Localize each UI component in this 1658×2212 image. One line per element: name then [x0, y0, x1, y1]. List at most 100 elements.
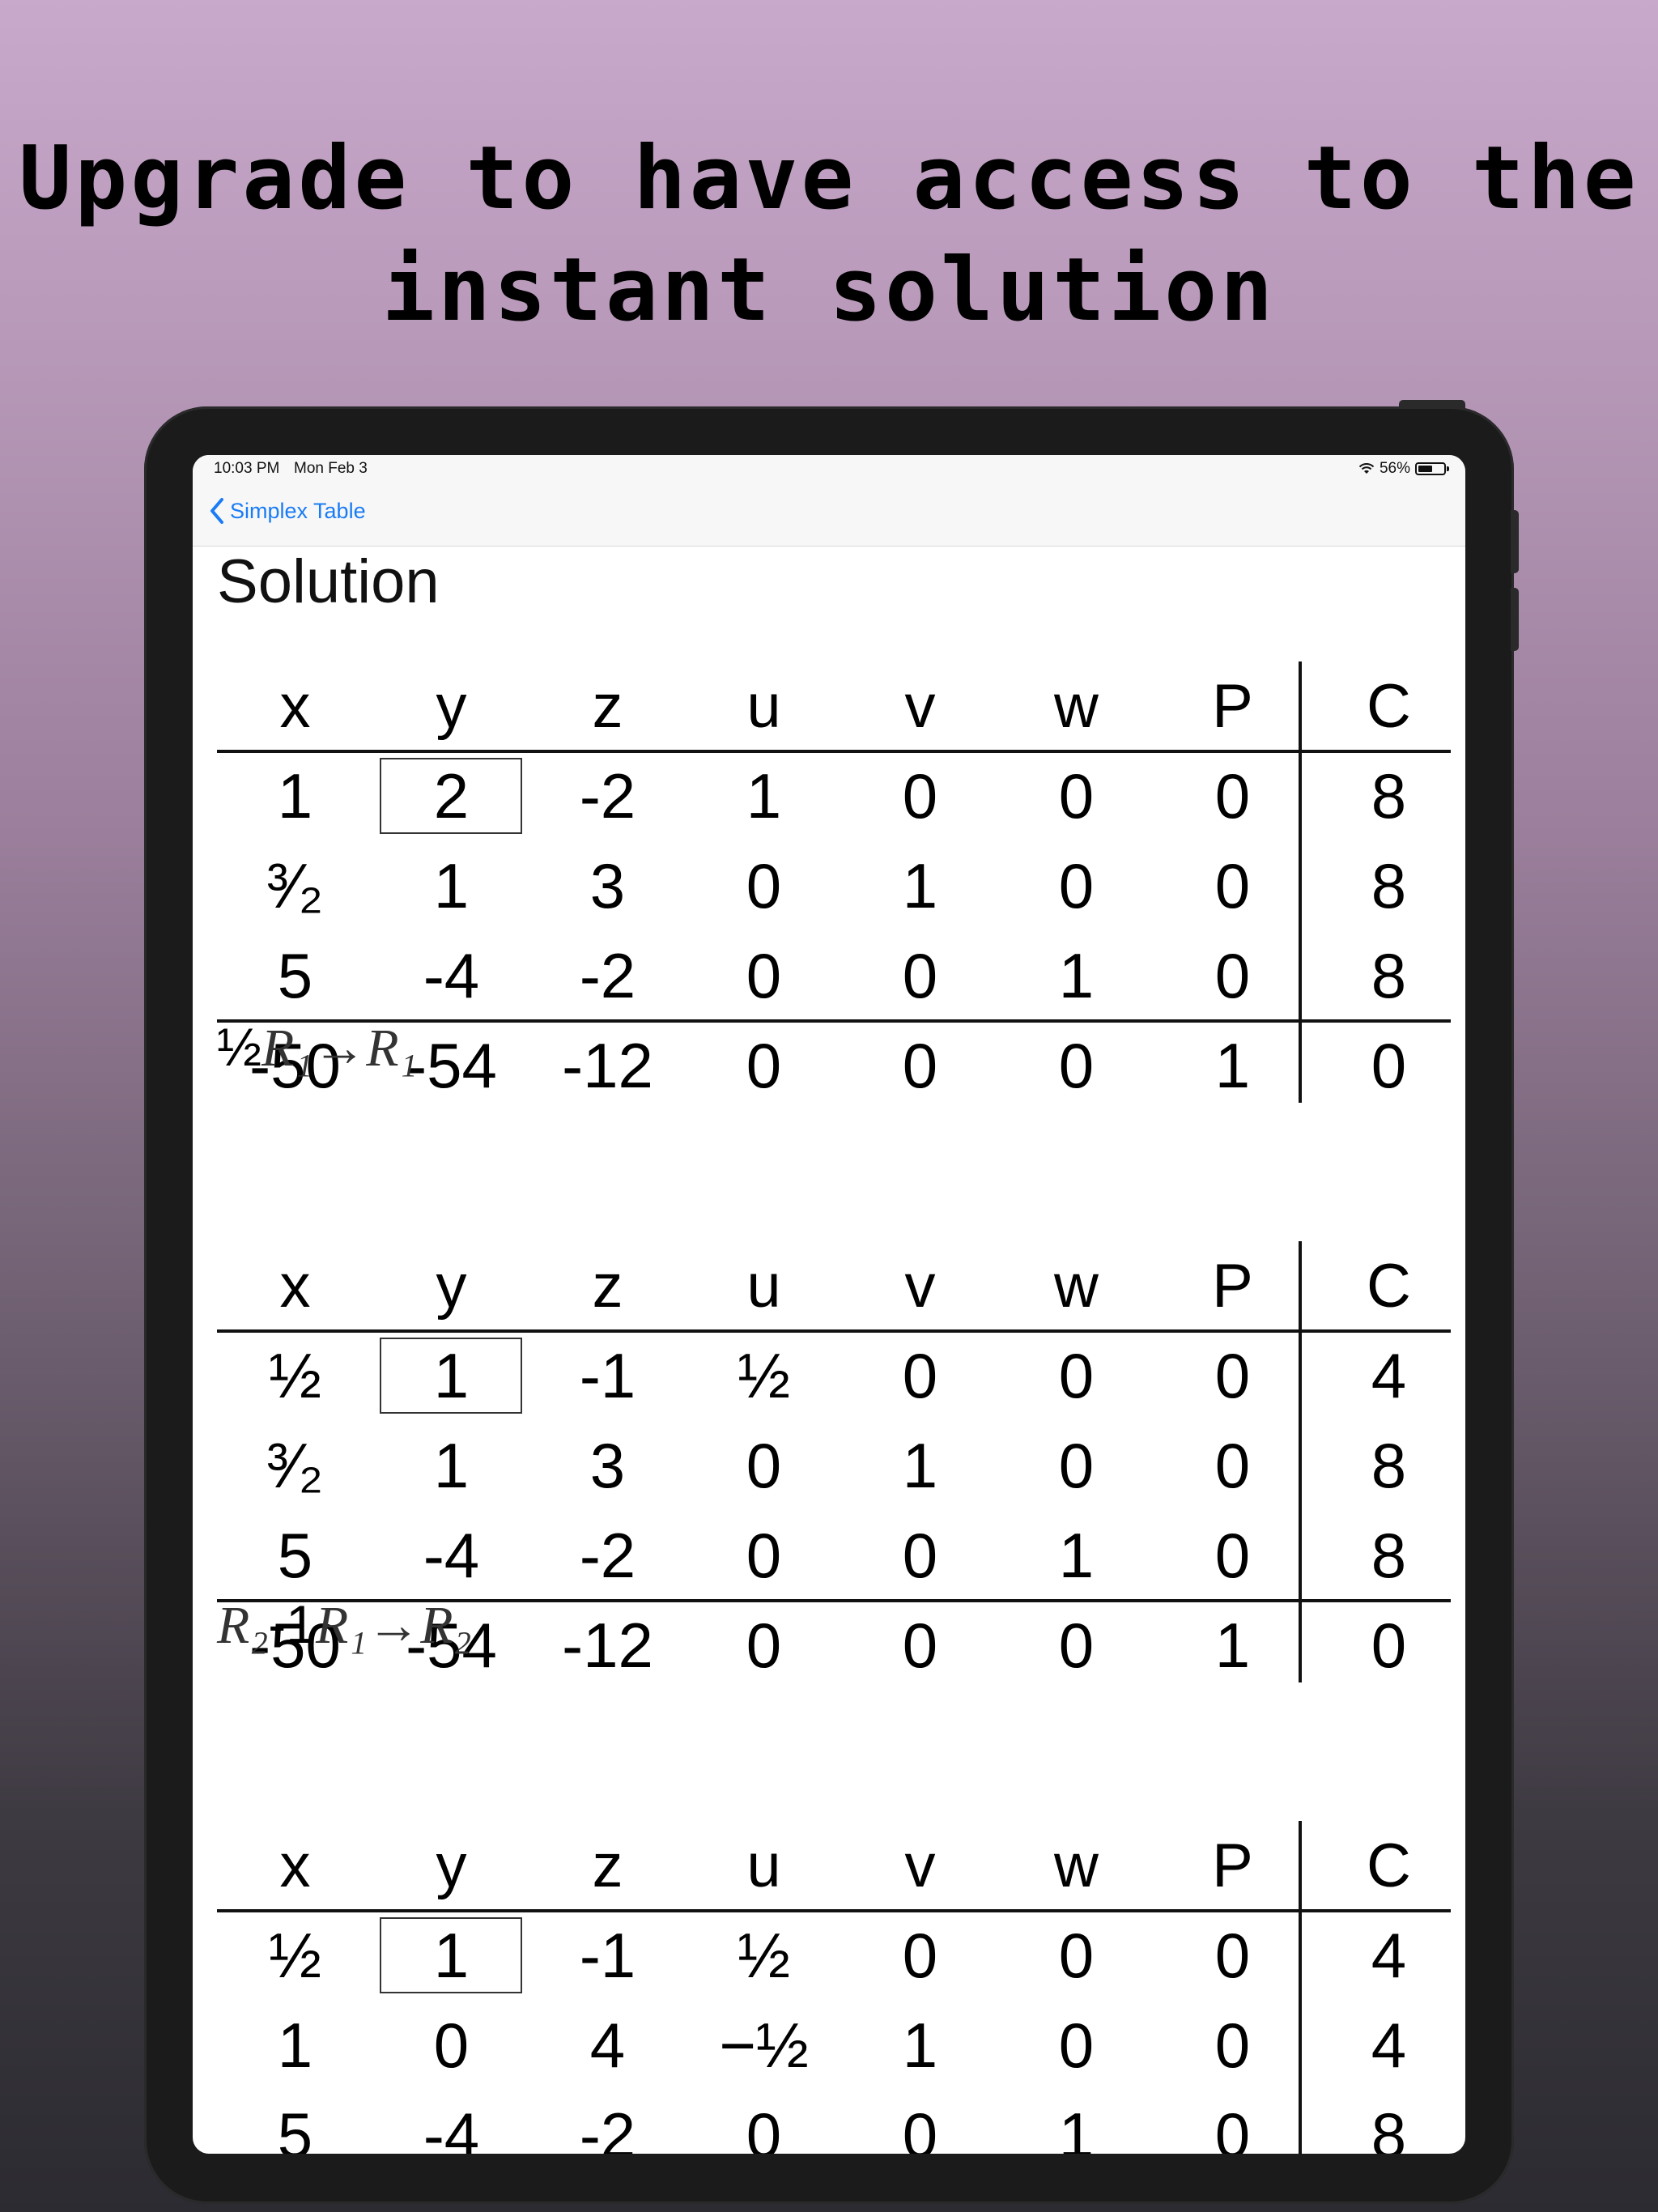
- column-header-x: x: [279, 1831, 311, 1900]
- tableau-cell: 0: [1214, 1430, 1251, 1501]
- tableau-cell: 0: [902, 1520, 938, 1591]
- tableau-header-row: xyzuvwPC: [217, 1241, 1456, 1331]
- tableau-cell: 0: [902, 940, 938, 1011]
- tableau-cell: 0: [902, 1340, 938, 1411]
- column-header-w: w: [1054, 672, 1099, 741]
- ipad-top-button: [1399, 400, 1465, 408]
- tableau-cell: 0: [1214, 2010, 1251, 2081]
- tableau-cell: 0: [746, 1030, 782, 1101]
- back-button-label: Simplex Table: [230, 498, 366, 523]
- tableau-cell: 1: [433, 1430, 470, 1501]
- tableau-cell: ½: [737, 1340, 791, 1411]
- wifi-icon: [1358, 463, 1375, 474]
- tableau-cell: 1: [1058, 1520, 1095, 1591]
- tableau-cell: 3: [589, 1430, 626, 1501]
- promo-headline: Upgrade to have access to the instant so…: [0, 123, 1658, 347]
- column-header-w: w: [1054, 1831, 1099, 1900]
- tableau-cell: 0: [746, 850, 782, 921]
- tableau-header-row: xyzuvwPC: [217, 1821, 1456, 1911]
- tableau-cell: 1: [1058, 2099, 1095, 2154]
- tableau-cell: 0: [902, 760, 938, 832]
- tableau-cell: ³⁄₂: [266, 1430, 324, 1501]
- tableau-cell: 0: [1371, 1030, 1407, 1101]
- tableau-cell: 8: [1371, 1430, 1407, 1501]
- tableau-cell: 0: [1371, 1610, 1407, 1681]
- tableau-cell: 1: [277, 760, 313, 832]
- pivot-element-box: [380, 1338, 522, 1414]
- pivot-element-box: [380, 1917, 522, 1993]
- ipad-volume-down-button: [1511, 588, 1519, 651]
- tableau-cell: 0: [746, 1520, 782, 1591]
- tableau-cell: 1: [746, 760, 782, 832]
- status-time: 10:03 PM: [214, 460, 280, 477]
- operation-2-expr: R₁→R₂: [315, 1596, 472, 1655]
- column-header-x: x: [279, 1252, 311, 1321]
- battery-icon: [1415, 462, 1449, 475]
- tableau-cell: 0: [1058, 2010, 1095, 2081]
- constants-column-divider: [1299, 661, 1302, 1103]
- status-indicators: 56%: [1358, 460, 1449, 478]
- column-header-v: v: [904, 1252, 936, 1321]
- column-header-y: y: [436, 672, 467, 741]
- battery-fill: [1418, 466, 1432, 472]
- tableau-cell: 1: [1058, 940, 1095, 1011]
- chevron-left-icon: [210, 498, 223, 524]
- tableau-cell: 0: [1058, 1610, 1095, 1681]
- constants-column-divider: [1299, 1821, 1302, 2154]
- tableau-row: ³⁄₂ 1 3 0 1 0 0 8: [217, 841, 1456, 931]
- row-operation-1: ½R₁→R₁: [217, 1016, 418, 1079]
- tableau-cell: 5: [277, 940, 313, 1011]
- tableau-cell: ½: [737, 1920, 791, 1991]
- tableau-cell: 0: [1214, 2099, 1251, 2154]
- tableau-cell: 5: [277, 2099, 313, 2154]
- pivot-element-box: [380, 758, 522, 834]
- column-header-u: u: [746, 1252, 781, 1321]
- tableau-cell: 0: [902, 1920, 938, 1991]
- tableau-cell: 0: [1058, 1030, 1095, 1101]
- app-screen: 10:03 PM Mon Feb 3 56% Simplex Table Sol…: [193, 455, 1465, 2154]
- constants-column-divider: [1299, 1241, 1302, 1682]
- column-header-u: u: [746, 1831, 781, 1900]
- tableau-cell: 1: [902, 1430, 938, 1501]
- tableau-cell: 0: [1214, 760, 1251, 832]
- tableau-cell: 8: [1371, 2099, 1407, 2154]
- tableau-row: 5 -4 -2 0 0 1 0 8: [217, 2091, 1456, 2154]
- tableau-cell: -12: [562, 1030, 653, 1101]
- tableau-cell: 0: [902, 2099, 938, 2154]
- tableau-cell: 0: [1058, 1920, 1095, 1991]
- tableau-cell: 1: [277, 2010, 313, 2081]
- column-header-u: u: [746, 672, 781, 741]
- column-header-C: C: [1367, 1831, 1411, 1900]
- tableau-cell: 4: [589, 2010, 626, 2081]
- tableau-cell: -4: [423, 940, 480, 1011]
- column-header-P: P: [1212, 1252, 1253, 1321]
- tableau-cell: 0: [1058, 850, 1095, 921]
- tableau-cell: 0: [902, 1610, 938, 1681]
- tableau-cell: 0: [902, 1030, 938, 1101]
- column-header-x: x: [279, 672, 311, 741]
- tableau-cell: 8: [1371, 940, 1407, 1011]
- tableau-row: 1 2 -2 1 0 0 0 8: [217, 751, 1456, 841]
- column-header-z: z: [592, 672, 623, 741]
- tableau-cell: 4: [1371, 1340, 1407, 1411]
- tableau-cell: 0: [746, 940, 782, 1011]
- tableau-header-row: xyzuvwPC: [217, 661, 1456, 751]
- column-header-P: P: [1212, 1831, 1253, 1900]
- operation-2-lead: R₂: [217, 1596, 269, 1655]
- column-header-C: C: [1367, 672, 1411, 741]
- tableau-cell: 1: [902, 850, 938, 921]
- tableau-cell: -2: [579, 940, 636, 1011]
- back-button[interactable]: Simplex Table: [209, 497, 366, 525]
- column-header-P: P: [1212, 672, 1253, 741]
- tableau-row: 1 0 4 −½ 1 0 0 4: [217, 2001, 1456, 2091]
- tableau-cell: 8: [1371, 850, 1407, 921]
- column-header-z: z: [592, 1252, 623, 1321]
- tableau-cell: 1: [1214, 1610, 1251, 1681]
- tableau-cell: ½: [268, 1920, 322, 1991]
- tableau-cell: 1: [902, 2010, 938, 2081]
- tableau-cell: 0: [746, 2099, 782, 2154]
- promo-headline-line2: instant solution: [381, 240, 1277, 341]
- tableau-row: 5 -4 -2 0 0 1 0 8: [217, 931, 1456, 1021]
- row-operation-2: R₂-1R₁→R₂: [217, 1593, 471, 1657]
- tableau-cell: 0: [1214, 940, 1251, 1011]
